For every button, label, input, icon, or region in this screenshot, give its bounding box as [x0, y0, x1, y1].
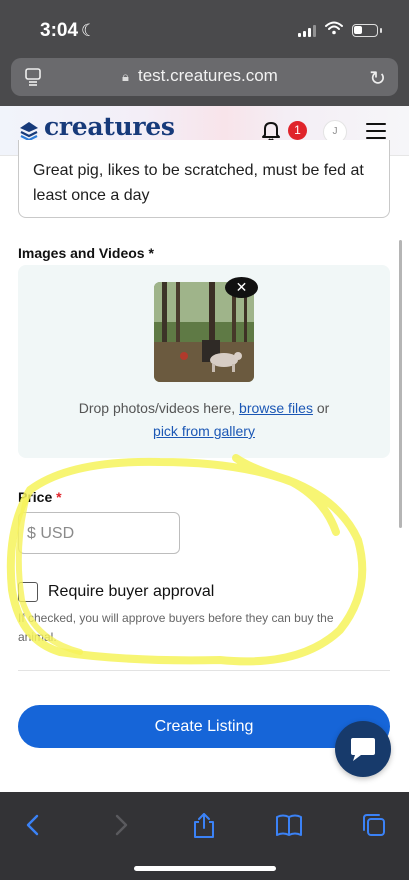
logo-icon[interactable]	[18, 120, 40, 142]
home-indicator[interactable]	[134, 866, 276, 871]
bell-icon[interactable]	[261, 120, 281, 142]
description-field[interactable]: Great pig, likes to be scratched, must b…	[18, 140, 390, 218]
require-approval-checkbox[interactable]	[18, 582, 38, 602]
forward-icon[interactable]	[106, 812, 134, 838]
lock-icon: 🔒︎	[122, 69, 129, 84]
description-value[interactable]: Great pig, likes to be scratched, must b…	[33, 158, 378, 208]
menu-icon[interactable]	[366, 123, 386, 139]
close-icon[interactable]: ✕	[225, 277, 258, 298]
require-approval-label[interactable]: Require buyer approval	[48, 583, 214, 601]
tabs-icon[interactable]	[361, 812, 389, 838]
price-input[interactable]: $ USD	[18, 512, 180, 554]
wifi-icon	[325, 21, 343, 35]
price-label: Price *	[18, 489, 62, 505]
scrollbar[interactable]	[399, 240, 402, 528]
reload-icon[interactable]: ↻	[369, 66, 386, 91]
chat-icon	[351, 738, 375, 761]
required-marker: *	[148, 245, 154, 261]
address-bar[interactable]: 🔒︎ test.creatures.com ↻	[11, 58, 398, 96]
drop-instructions: Drop photos/videos here, browse files or	[78, 400, 330, 416]
share-icon[interactable]	[190, 812, 218, 838]
battery-icon	[352, 24, 382, 37]
browser-chrome: 3:04 ☾ 🔒︎ test.creatures.com ↻	[0, 0, 409, 106]
media-dropzone[interactable]: ✕ Drop photos/videos here, browse files …	[18, 265, 390, 458]
price-placeholder: $ USD	[27, 525, 75, 542]
logo-text[interactable]: creatures	[44, 112, 175, 141]
signal-icon	[298, 25, 316, 37]
back-icon[interactable]	[20, 812, 48, 838]
bookmarks-icon[interactable]	[275, 812, 303, 838]
images-label: Images and Videos *	[18, 245, 154, 261]
reader-icon[interactable]	[25, 68, 41, 86]
status-time: 3:04	[40, 20, 79, 41]
url-text[interactable]: test.creatures.com	[138, 66, 278, 86]
highlight-annotation	[6, 454, 367, 666]
divider	[18, 670, 390, 671]
status-bar: 3:04 ☾	[0, 0, 409, 56]
pick-from-gallery-link[interactable]: pick from gallery	[153, 423, 255, 439]
browse-files-link[interactable]: browse files	[239, 400, 313, 416]
moon-icon: ☾	[81, 21, 97, 40]
approval-help-text: If checked, you will approve buyers befo…	[18, 611, 334, 644]
required-marker: *	[56, 489, 62, 505]
chat-button[interactable]	[335, 721, 391, 777]
notification-badge[interactable]: 1	[288, 121, 307, 140]
drop-instructions-line2: pick from gallery	[18, 423, 390, 439]
